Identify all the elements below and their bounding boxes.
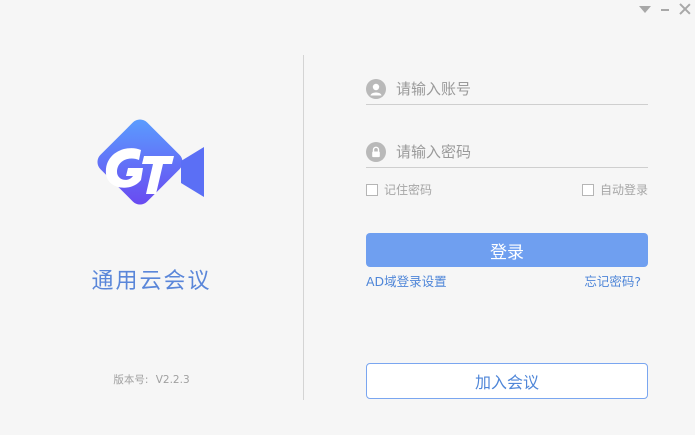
join-meeting-button[interactable]: 加入会议 bbox=[366, 363, 648, 399]
auto-login-label: 自动登录 bbox=[599, 183, 648, 197]
lock-icon bbox=[366, 142, 386, 162]
user-icon bbox=[366, 79, 386, 99]
app-name: 通用云会议 bbox=[91, 269, 212, 294]
version-info: 版本号: V2.2.3 bbox=[0, 372, 303, 387]
login-button[interactable]: 登录 bbox=[366, 233, 648, 267]
minimize-button[interactable] bbox=[655, 0, 675, 18]
remember-password-label: 记住密码 bbox=[384, 183, 433, 197]
login-options: 记住密码 自动登录 bbox=[366, 181, 648, 197]
ad-login-settings-link[interactable]: AD域登录设置 bbox=[366, 271, 447, 290]
remember-password-checkbox[interactable]: 记住密码 bbox=[366, 181, 432, 198]
close-button[interactable] bbox=[675, 0, 695, 18]
password-input[interactable] bbox=[396, 143, 648, 161]
checkbox-box[interactable] bbox=[581, 183, 594, 196]
login-form: 记住密码 自动登录 登录 AD域登录设置 忘记密码? 加入会议 bbox=[366, 0, 648, 435]
account-field bbox=[366, 74, 648, 105]
forgot-password-link[interactable]: 忘记密码? bbox=[584, 271, 641, 290]
brand-panel: 通用云会议 版本号: V2.2.3 bbox=[0, 0, 303, 435]
close-icon bbox=[679, 3, 691, 15]
password-field bbox=[366, 137, 648, 168]
checkbox-box[interactable] bbox=[366, 183, 378, 196]
version-label: 版本号: bbox=[113, 374, 149, 386]
version-value: V2.2.3 bbox=[155, 374, 190, 386]
account-input[interactable] bbox=[396, 80, 648, 98]
app-logo-icon bbox=[97, 119, 204, 205]
auto-login-checkbox[interactable]: 自动登录 bbox=[581, 181, 648, 198]
vertical-divider bbox=[303, 55, 304, 400]
minimize-icon bbox=[661, 9, 669, 11]
